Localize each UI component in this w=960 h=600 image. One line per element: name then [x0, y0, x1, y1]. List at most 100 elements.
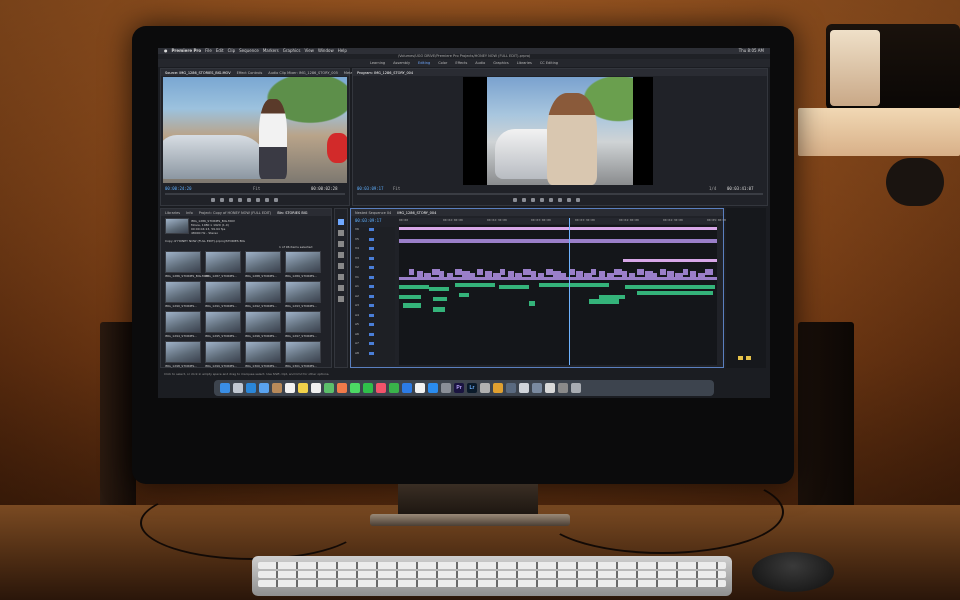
video-clip[interactable] [500, 269, 506, 275]
overwrite-icon[interactable] [265, 198, 269, 202]
program-fit-dropdown[interactable]: Fit [393, 186, 400, 191]
audio-clip[interactable] [399, 285, 429, 289]
photo-app-icon[interactable] [480, 383, 490, 393]
track-label[interactable]: V3 [355, 256, 359, 260]
audio-clip[interactable] [455, 283, 495, 287]
audio-clip[interactable] [625, 285, 715, 289]
track-target-toggle[interactable] [369, 266, 374, 269]
audio-clip[interactable] [433, 307, 445, 312]
track-select-tool-icon[interactable] [338, 230, 344, 236]
audio-clip[interactable] [529, 301, 535, 306]
track-label[interactable]: A6 [355, 332, 359, 336]
lightroom-icon[interactable]: Lr [467, 383, 477, 393]
messages-icon[interactable] [350, 383, 360, 393]
prog-step-back-icon[interactable] [531, 198, 535, 202]
bin-thumbnail[interactable] [285, 311, 321, 333]
mark-out-icon[interactable] [220, 198, 224, 202]
timeline-tracks[interactable] [399, 225, 717, 365]
track-label[interactable]: A1 [355, 284, 359, 288]
workspace-graphics[interactable]: Graphics [493, 61, 508, 65]
video-clip[interactable] [659, 269, 666, 275]
track-target-toggle[interactable] [369, 247, 374, 250]
downloads-stack-icon[interactable] [558, 383, 568, 393]
source-scrubber[interactable] [165, 193, 345, 195]
bin-thumbnail[interactable] [205, 251, 241, 273]
video-clip[interactable] [454, 269, 462, 275]
hand-tool-icon[interactable] [338, 285, 344, 291]
program-resolution-dropdown[interactable]: 1/4 [709, 186, 716, 191]
video-clip[interactable] [591, 269, 597, 275]
prog-play-icon[interactable] [540, 198, 544, 202]
numbers-icon[interactable] [389, 383, 399, 393]
launchpad-icon[interactable] [233, 383, 243, 393]
video-clip[interactable] [637, 269, 644, 275]
bin-thumbnail[interactable] [205, 311, 241, 333]
mail-icon[interactable] [259, 383, 269, 393]
app-store-icon[interactable] [428, 383, 438, 393]
bin-thumbnail[interactable] [165, 311, 201, 333]
workspace-editing[interactable]: Editing [418, 61, 430, 65]
timeline-timecode[interactable]: 00:03:09:17 [355, 218, 382, 223]
track-label[interactable]: A3 [355, 303, 359, 307]
source-video-frame[interactable] [163, 77, 347, 183]
tab-libraries[interactable]: Libraries [165, 211, 180, 215]
documents-folder-icon[interactable] [545, 383, 555, 393]
track-target-toggle[interactable] [369, 285, 374, 288]
bin-thumbnail[interactable] [165, 281, 201, 303]
selection-tool-icon[interactable] [338, 219, 344, 225]
audio-clip[interactable] [499, 285, 529, 289]
track-target-toggle[interactable] [369, 342, 374, 345]
prog-step-forward-icon[interactable] [549, 198, 553, 202]
timeline-ruler[interactable]: 00:00 00:02:00:00 00:02:30:00 00:03:00:00 00… [399, 218, 727, 224]
tab-program[interactable]: Program: IMG_1286_STORY_004 [357, 71, 413, 75]
extract-icon[interactable] [567, 198, 571, 202]
reminders-icon[interactable] [311, 383, 321, 393]
track-label[interactable]: V4 [355, 246, 359, 250]
export-frame-icon[interactable] [274, 198, 278, 202]
media-player-icon[interactable] [519, 383, 529, 393]
track-target-toggle[interactable] [369, 275, 374, 279]
bin-thumbnail[interactable] [245, 251, 281, 273]
tab-info[interactable]: Info [186, 211, 193, 215]
type-tool-icon[interactable] [338, 296, 344, 302]
music-icon[interactable] [376, 383, 386, 393]
track-target-toggle[interactable] [369, 256, 374, 260]
news-icon[interactable] [415, 383, 425, 393]
track-target-toggle[interactable] [369, 294, 374, 298]
track-label[interactable]: V2 [355, 265, 359, 269]
bin-thumbnail[interactable] [285, 341, 321, 363]
track-label[interactable]: A5 [355, 322, 359, 326]
step-forward-icon[interactable] [247, 198, 251, 202]
prog-mark-in-icon[interactable] [513, 198, 517, 202]
source-timecode-in[interactable]: 00:00:24:20 [165, 186, 192, 191]
track-target-toggle[interactable] [369, 332, 374, 336]
maps-icon[interactable] [324, 383, 334, 393]
track-label[interactable]: A8 [355, 351, 359, 355]
slip-tool-icon[interactable] [338, 263, 344, 269]
ripple-edit-tool-icon[interactable] [338, 241, 344, 247]
workspace-libraries[interactable]: Libraries [517, 61, 532, 65]
bin-thumbnail[interactable] [165, 341, 201, 363]
trash-icon[interactable] [571, 383, 581, 393]
tab-nested-sequence[interactable]: Nested Sequence 04 [355, 211, 391, 215]
safari-icon[interactable] [246, 383, 256, 393]
audio-clip[interactable] [539, 283, 609, 287]
bin-thumbnail[interactable] [245, 341, 281, 363]
lift-icon[interactable] [558, 198, 562, 202]
tab-effect-controls[interactable]: Effect Controls [237, 71, 263, 75]
notes-icon[interactable] [298, 383, 308, 393]
audio-clip[interactable] [637, 291, 713, 295]
track-label[interactable]: V5 [355, 237, 359, 241]
workspace-effects[interactable]: Effects [455, 61, 467, 65]
bin-thumbnail[interactable] [205, 281, 241, 303]
track-label[interactable]: V1 [355, 275, 359, 279]
quicktime-icon[interactable] [506, 383, 516, 393]
prog-mark-out-icon[interactable] [522, 198, 526, 202]
finder-icon[interactable] [220, 383, 230, 393]
image-capture-icon[interactable] [532, 383, 542, 393]
calendar-icon[interactable] [285, 383, 295, 393]
video-clip[interactable] [623, 259, 717, 262]
bin-thumbnail[interactable] [205, 341, 241, 363]
audio-clip[interactable] [433, 297, 447, 301]
photos-icon[interactable] [337, 383, 347, 393]
